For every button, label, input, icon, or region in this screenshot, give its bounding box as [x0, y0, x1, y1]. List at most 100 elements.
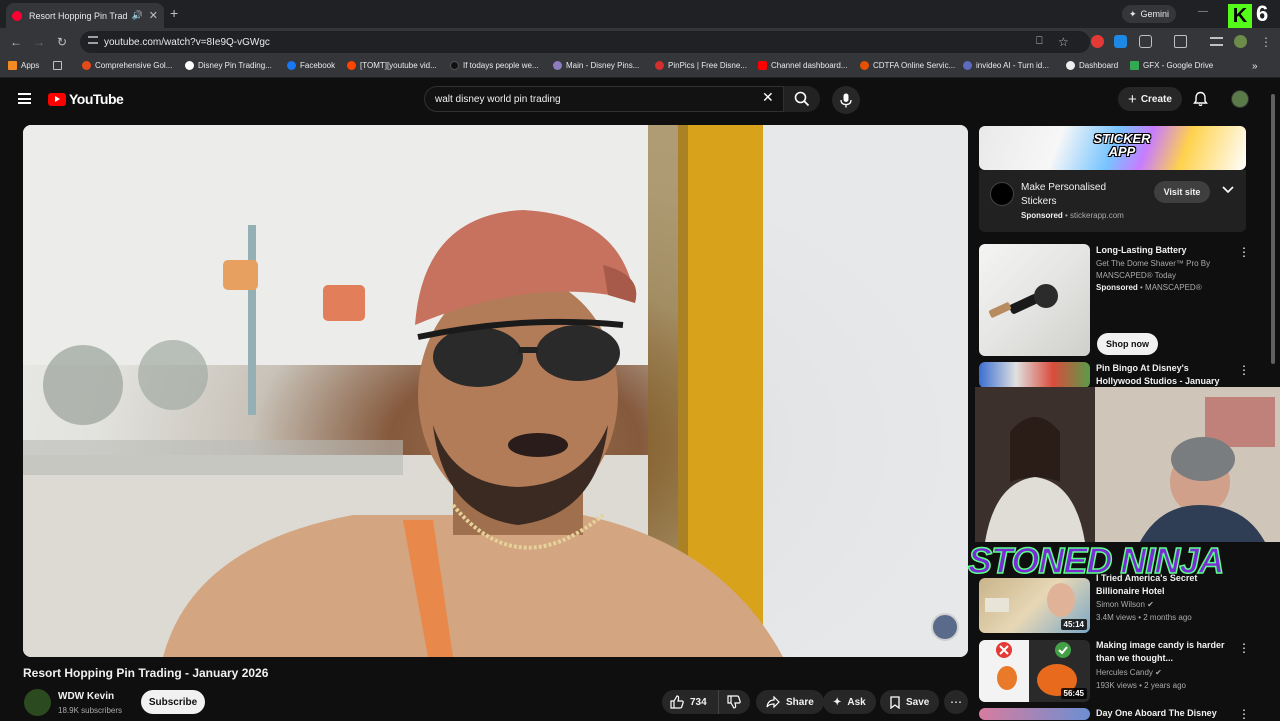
bookmark-label: Channel dashboard...: [771, 61, 848, 70]
extension-blue-icon[interactable]: [1114, 35, 1127, 48]
address-bar[interactable]: youtube.com/watch?v=8Ie9Q-vGWgc: [80, 31, 1090, 53]
video-player[interactable]: [23, 125, 968, 657]
visit-site-button[interactable]: Visit site: [1154, 181, 1210, 203]
bookmark-favicon-icon: [82, 61, 91, 70]
bookmark-item[interactable]: invideo AI - Turn id...: [963, 61, 1049, 70]
minimize-icon[interactable]: —: [1198, 6, 1208, 17]
extensions-puzzle-icon[interactable]: [1139, 35, 1152, 48]
create-label: Create: [1140, 93, 1172, 105]
subscribe-button[interactable]: Subscribe: [141, 690, 205, 714]
bookmark-icon: [890, 695, 900, 709]
chevron-down-icon[interactable]: [1222, 186, 1234, 194]
clear-search-icon[interactable]: ✕: [762, 89, 774, 106]
verified-check-icon: ✔: [1155, 668, 1162, 677]
search-icon: [794, 91, 810, 107]
install-icon[interactable]: ⎕: [1036, 35, 1043, 48]
bookmark-favicon-icon: [860, 61, 869, 70]
kebab-menu-icon[interactable]: ⋮: [1238, 707, 1250, 721]
channel-watermark-icon[interactable]: [931, 613, 959, 641]
sidebar-item-channel[interactable]: Hercules Candy ✔: [1096, 667, 1162, 679]
media-controls-icon[interactable]: [1210, 37, 1223, 46]
bookmark-item[interactable]: [TOMT][youtube vid...: [347, 61, 437, 70]
kebab-menu-icon[interactable]: ⋮: [1238, 245, 1250, 259]
sidebar-thumbnail[interactable]: [979, 244, 1090, 356]
ad-banner-text: STICKER APP: [1093, 131, 1151, 159]
sidebar-item-title[interactable]: Long-Lasting Battery: [1096, 244, 1231, 257]
youtube-logo[interactable]: YouTube: [48, 91, 124, 107]
microphone-icon: [840, 93, 852, 107]
bookmark-item[interactable]: If todays people we...: [450, 61, 539, 70]
channel-name[interactable]: WDW Kevin: [58, 691, 114, 702]
tiktok-icon: [450, 61, 459, 70]
bookmark-label: GFX - Google Drive: [1143, 61, 1214, 70]
channel-avatar[interactable]: [24, 689, 51, 716]
scrollbar-thumb[interactable]: [1271, 94, 1275, 364]
dislike-button[interactable]: [718, 690, 750, 714]
ad-title[interactable]: Make Personalised Stickers: [1021, 181, 1141, 209]
youtube-icon: [758, 61, 767, 70]
sidebar-thumbnail[interactable]: [979, 362, 1090, 388]
sidebar-item-title[interactable]: Day One Aboard The Disney: [1096, 707, 1231, 720]
search-input[interactable]: walt disney world pin trading: [424, 86, 784, 112]
menu-icon[interactable]: [18, 93, 31, 104]
more-actions-icon[interactable]: ⋯: [944, 690, 968, 714]
ad-domain: stickerapp.com: [1070, 211, 1124, 220]
facebook-icon: [287, 61, 296, 70]
forward-arrow-icon[interactable]: →: [33, 35, 45, 49]
youtube-play-icon: [48, 92, 66, 106]
extension-red-icon[interactable]: [1091, 35, 1104, 48]
bookmark-apps[interactable]: Apps: [8, 61, 39, 70]
bookmark-item[interactable]: Channel dashboard...: [758, 61, 848, 70]
notifications-bell-icon[interactable]: [1193, 91, 1208, 107]
gemini-label: Gemini: [1140, 9, 1170, 19]
shop-now-button[interactable]: Shop now: [1097, 333, 1158, 355]
side-panel-icon[interactable]: [1174, 35, 1187, 48]
invideo-icon: [963, 61, 972, 70]
save-button[interactable]: Save: [880, 690, 940, 714]
account-avatar[interactable]: [1231, 90, 1249, 108]
bookmark-item[interactable]: Dashboard: [1066, 61, 1118, 70]
sidebar-item-title[interactable]: I Tried America's Secret Billionaire Hot…: [1096, 572, 1231, 598]
bookmark-item[interactable]: Comprehensive Gol...: [82, 61, 172, 70]
sidebar-item-channel[interactable]: Simon Wilson ✔: [1096, 599, 1154, 611]
sidebar-item-title[interactable]: Making image candy is harder than we tho…: [1096, 639, 1231, 665]
sidebar-thumbnail[interactable]: 45:14: [979, 578, 1090, 633]
like-button[interactable]: 734: [662, 690, 718, 714]
sidebar-thumbnail[interactable]: [979, 708, 1090, 720]
share-button[interactable]: Share: [756, 690, 824, 714]
browser-tab[interactable]: Resort Hopping Pin Trading 🔊 ✕: [6, 3, 164, 28]
reload-icon[interactable]: ↻: [57, 35, 67, 49]
bookmark-item[interactable]: Main - Disney Pins...: [553, 61, 639, 70]
sidebar-thumbnail[interactable]: 56:45: [979, 640, 1090, 702]
bookmark-item[interactable]: Facebook: [287, 61, 335, 70]
bookmarks-overflow-icon[interactable]: »: [1252, 61, 1258, 72]
bookmark-item[interactable]: CDTFA Online Servic...: [860, 61, 955, 70]
chrome-menu-icon[interactable]: ⋮: [1260, 35, 1272, 49]
close-tab-icon[interactable]: ✕: [149, 9, 158, 22]
bookmark-item[interactable]: Disney Pin Trading...: [185, 61, 272, 70]
kebab-menu-icon[interactable]: ⋮: [1238, 641, 1250, 655]
gemini-button[interactable]: ✦ Gemini: [1122, 5, 1177, 23]
voice-search-button[interactable]: [832, 86, 860, 114]
back-arrow-icon[interactable]: ←: [10, 35, 22, 49]
bookmark-star-icon[interactable]: ☆: [1058, 35, 1069, 49]
sponsored-label: Sponsored: [1096, 283, 1138, 292]
bookmarks-bar: Apps Comprehensive Gol... Disney Pin Tra…: [0, 56, 1280, 78]
search-button[interactable]: [784, 86, 820, 112]
site-info-icon[interactable]: [88, 36, 98, 44]
channel-name: Hercules Candy: [1096, 668, 1153, 677]
bookmark-item[interactable]: PinPics | Free Disne...: [655, 61, 747, 70]
advertiser-logo[interactable]: [990, 182, 1014, 206]
overlay-number: 6: [1256, 1, 1269, 26]
reddit-icon: [347, 61, 356, 70]
ask-button[interactable]: ✦ Ask: [823, 690, 876, 714]
create-button[interactable]: + Create: [1118, 87, 1182, 111]
bookmark-item[interactable]: GFX - Google Drive: [1130, 61, 1213, 70]
bookmark-tab-groups[interactable]: [53, 61, 62, 70]
kebab-menu-icon[interactable]: ⋮: [1238, 363, 1250, 377]
overlay-k-badge: K: [1228, 4, 1252, 28]
bookmark-label: PinPics | Free Disne...: [668, 61, 747, 70]
profile-avatar-icon[interactable]: [1234, 35, 1247, 48]
speaker-icon[interactable]: 🔊: [132, 10, 143, 21]
new-tab-button[interactable]: +: [170, 5, 178, 21]
